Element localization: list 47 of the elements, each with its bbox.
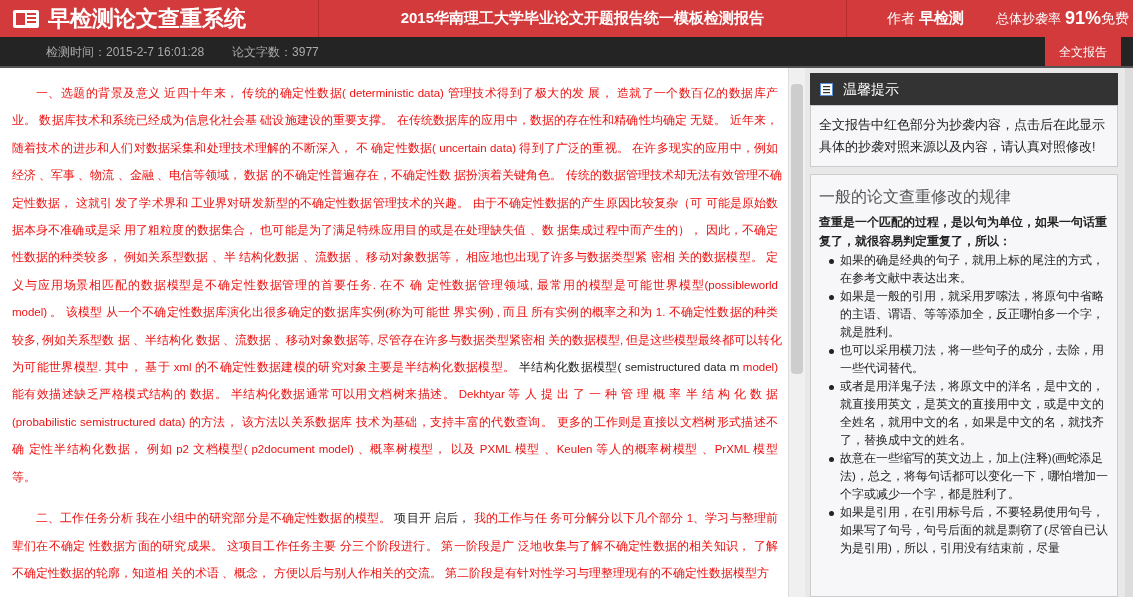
rule-item: 故意在一些缩写的英文边上，加上(注释)(画蛇添足法)，总之，将每句话都可以变化一下，哪怕增加一个字或减少一个字，都是胜利了。 (840, 451, 1109, 502)
word-count: 论文字数：3977 (232, 43, 319, 61)
rule-item: 如果是引用，在引用标号后，不要轻易使用句号，如果写了句号，句号后面的就是剽窃了(尽管自已认为是引用)，所以，引用没有结束前，尽量 (840, 505, 1109, 556)
report-text-line: 性数据的种类较多， 例如关系型数据 、半 结构化数据 、流数据 、移动对象数据等， 相应地也出现了许多与数据类型紧 密相 关的数据模型。 定 (12, 250, 778, 266)
scrollbar[interactable] (788, 68, 805, 597)
bullet-icon (829, 349, 834, 354)
author-name: 早检测 (918, 8, 964, 29)
report-text-line: 不确定性数据的轮廓，知道相 关的术语 、概念， 方便以后与别人作相关的交流。 第二阶段是有针对性学习与理整理现有的不确定性数据模型方 (12, 565, 770, 581)
check-time: 检测时间：2015-2-7 16:01:28 (46, 43, 205, 61)
full-report-button[interactable]: 全文报告 (1045, 37, 1121, 66)
tips-notice: 全文报告中红色部分为抄袭内容，点击后在此显示具体的抄袭对照来源以及内容，请认真对照修改! (819, 117, 1106, 156)
rate-value: 91% (1064, 7, 1101, 30)
report-text-line: 能有效描述缺乏严格模式结构的 数据。 半结构化数据通常可以用文档树来描述。 Dekhtyar 等 人 提 出 了 一 种 管 理 概 率 半 结 构 化 数 据 (12, 387, 778, 403)
rule-item: 如果是一般的引用，就采用罗嗦法，将原句中省略的主语、谓语、等等添加全，反正哪怕多一个字，就是胜利。 (840, 289, 1105, 340)
rules-intro: 查重是一个匹配的过程，是以句为单位，如果一句话重复了，就很容易判定重复了，所以： (819, 214, 1108, 250)
report-text-line: 二、工作任务分析 我在小组中的研究部分是不确定性数据的模型。 项目开 启后， 我的工作与任 务可分解分以下几个部分 1、学习与整理前 (35, 511, 778, 527)
rules-title: 一般的论文查重修改的规律 (819, 187, 1012, 207)
list-icon (820, 82, 833, 96)
report-title: 2015华南理工大学毕业论文开题报告统一模板检测报告 (400, 8, 764, 29)
scrollbar-thumb[interactable] (791, 84, 803, 374)
rule-item: 如果的确是经典的句子，就用上标的尾注的方式，在参考文献中表达出来。 (840, 253, 1105, 286)
report-text-line: 辈们在不确定 性数据方面的研究成果。 这项目工作任务主要 分三个阶段进行。 第一阶段是广 泛地收集与了解不确定性数据的相关知识， 了解 (12, 538, 778, 554)
edition-label: 免费 (1101, 9, 1129, 28)
rate-label: 总体抄袭率 (995, 9, 1061, 28)
report-text-line: model) 。 该模型 从一个不确定性数据库演化出很多确定的数据库实例(称为可能世 界实例) , 而且 所有实例的概率之和为 1. 不确定性数据的种类 (12, 305, 778, 321)
report-text-line: 业。 数据库技术和系统已经成为信息化社会基 础设施建设的重要支撑。 在传统数据库的应用中，数据的存在性和精确性均确定 无疑。 近年来， (12, 113, 778, 129)
report-text-line: 随着技术的进步和人们对数据采集和处理技术理解的不断深入， 不 确定性数据( uncertain data) 得到了广泛的重视。 在许多现实的应用中，例如 (12, 140, 778, 156)
bullet-icon (829, 295, 834, 300)
report-text-line: 等。 (12, 469, 37, 485)
report-text-line: 义与应用场景相匹配的数据模型是不确定性数据管理的首要任务. 在不 确 定性数据管理领域, 最常用的模型是可能世界模型(possibleworld (12, 277, 778, 293)
book-icon (12, 7, 40, 30)
tips-title: 温馨提示 (843, 79, 899, 99)
bullet-icon (829, 259, 834, 264)
report-text-line: 确 定性半结构化数据， 例如 p2 文档模型( p2document model) 、概率树模型， 以及 PXML 模型 、Keulen 等人的概率树模型 、PrXML 模型 (12, 442, 778, 458)
author-label: 作者 (886, 9, 915, 28)
report-text-line: 据本身不准确或是采 用了粗粒度的数据集合， 也可能是为了满足特殊应用目的或是在处理缺失值 、数 据集成过程中而产生的）， 因此，不确定 (12, 223, 778, 239)
report-text-line: 一、选题的背景及意义 近四十年来， 传统的确定性数据( deterministic data) 管理技术得到了极大的发 展， 造就了一个数百亿的数据库产 (35, 86, 778, 101)
bullet-icon (829, 457, 834, 462)
report-text-line: (probabilistic semistructured data) 的方法， 该方法以关系数据库 技术为基础，支持丰富的代数查询。 更多的工作则是直接以文档树形式描述不 (12, 414, 778, 430)
rule-item: 也可以采用横刀法，将一些句子的成分，去除，用一些代词替代。 (840, 343, 1105, 376)
rule-item: 或者是用洋鬼子法，将原文中的洋名，是中文的，就直接用英文，是英文的直接用中文，或是中文的全姓名，就用中文的名，如果是中文的名，就找齐了，替换成中文的姓名。 (840, 379, 1105, 448)
app-logo: 早检测论文查重系统 (48, 5, 246, 33)
bullet-icon (829, 385, 834, 390)
report-text-line: 为可能世界模型. 其中， 基于 xml 的不确定性数据建模的研究对象主要是半结构化数据模型。 半结构化数据模型( semistructured data m model) (12, 360, 778, 376)
report-text-line: 定性数据， 这就引 发了学术界和 工业界对研发新型的不确定性数据管理技术的兴趣。 由于不确定性数据的产生原因比较复杂（可 可能是原始数 (12, 195, 778, 211)
bullet-icon (829, 511, 834, 516)
page-scrollbar[interactable] (1125, 68, 1133, 597)
